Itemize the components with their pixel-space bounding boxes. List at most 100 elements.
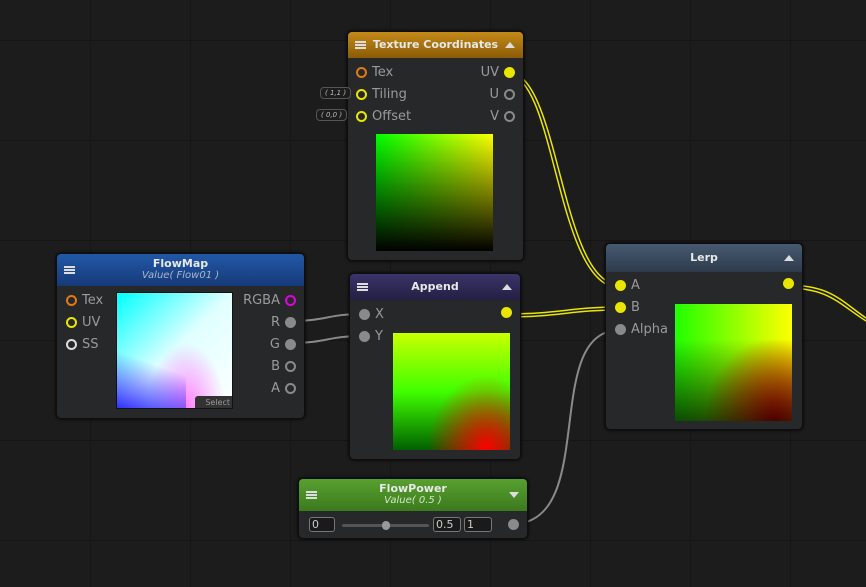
value-field[interactable]: 0.5 [433, 517, 461, 532]
port-label: Tiling [372, 87, 407, 102]
input-x[interactable]: X [359, 307, 384, 322]
input-ss[interactable]: SS [66, 337, 99, 352]
port-label: Tex [372, 65, 394, 80]
port-label: UV [82, 315, 101, 330]
port-label: SS [82, 337, 99, 352]
output-rgba[interactable]: RGBA [243, 293, 296, 308]
max-field[interactable]: 1 [464, 517, 492, 532]
port-icon[interactable] [66, 317, 77, 328]
node-title: Texture Coordinates [372, 38, 499, 51]
port-label: Y [375, 329, 383, 344]
input-tiling[interactable]: Tiling [356, 87, 407, 102]
input-tex[interactable]: Tex [66, 293, 103, 308]
port-icon[interactable] [66, 295, 77, 306]
port-icon[interactable] [285, 383, 296, 394]
port-icon[interactable] [508, 519, 519, 530]
port-label: V [490, 109, 499, 124]
value-slider[interactable] [342, 521, 429, 530]
port-label: A [271, 381, 280, 396]
port-icon[interactable] [285, 361, 296, 372]
menu-icon[interactable] [355, 41, 366, 49]
output-a[interactable]: A [271, 381, 296, 396]
node-title: FlowMap [152, 257, 209, 270]
flowpower-header[interactable]: FlowPower Value( 0.5 ) [299, 479, 527, 511]
port-label: A [631, 278, 640, 293]
port-label: X [375, 307, 384, 322]
offset-value[interactable]: ( 0,0 ) [316, 109, 348, 121]
output-v[interactable]: V [490, 109, 515, 124]
port-label: UV [480, 65, 499, 80]
output-port[interactable] [501, 307, 512, 318]
input-tex[interactable]: Tex [356, 65, 393, 80]
port-icon[interactable] [504, 67, 515, 78]
port-icon[interactable] [501, 307, 512, 318]
port-label: G [269, 337, 280, 352]
collapse-icon[interactable] [505, 42, 515, 48]
output-uv[interactable]: UV [481, 65, 515, 80]
port-icon[interactable] [356, 67, 367, 78]
texture-coordinates-header[interactable]: Texture Coordinates [348, 32, 523, 58]
port-icon[interactable] [783, 278, 794, 289]
input-uv[interactable]: UV [66, 315, 100, 330]
port-icon[interactable] [615, 280, 626, 291]
menu-icon[interactable] [64, 266, 75, 274]
port-label: B [631, 300, 640, 315]
output-u[interactable]: U [489, 87, 515, 102]
port-icon[interactable] [504, 111, 515, 122]
node-subtitle: Value( 0.5 ) [384, 495, 442, 506]
flowmap-node[interactable]: FlowMap Value( Flow01 ) Tex UV SS RGBA R… [56, 253, 305, 419]
node-title: Lerp [690, 251, 718, 264]
input-alpha[interactable]: Alpha [615, 322, 668, 337]
port-icon[interactable] [359, 309, 370, 320]
menu-icon[interactable] [357, 283, 368, 291]
output-r[interactable]: R [271, 315, 296, 330]
port-icon[interactable] [66, 339, 77, 350]
lerp-preview [675, 304, 792, 421]
port-icon[interactable] [615, 302, 626, 313]
port-label: Offset [372, 109, 412, 124]
port-label: U [489, 87, 499, 102]
input-y[interactable]: Y [359, 329, 383, 344]
lerp-node[interactable]: Lerp A B Alpha [605, 243, 803, 430]
output-b[interactable]: B [271, 359, 296, 374]
port-label: Tex [82, 293, 104, 308]
menu-icon[interactable] [306, 491, 317, 499]
port-icon[interactable] [615, 324, 626, 335]
texture-coordinates-node[interactable]: Texture Coordinates Tex Tiling Offset UV… [347, 31, 524, 261]
port-label: RGBA [243, 293, 280, 308]
input-b[interactable]: B [615, 300, 640, 315]
min-field[interactable]: 0 [309, 517, 335, 532]
expand-icon[interactable] [509, 492, 519, 498]
lerp-header[interactable]: Lerp [606, 244, 802, 272]
node-subtitle: Value( Flow01 ) [141, 270, 220, 281]
append-header[interactable]: Append [350, 274, 520, 300]
append-node[interactable]: Append X Y [349, 273, 521, 460]
select-button[interactable]: Select [195, 396, 232, 408]
flowmap-texture-preview[interactable]: Select [116, 292, 233, 409]
port-label: R [270, 315, 280, 330]
port-icon[interactable] [359, 331, 370, 342]
wire-uv-to-lerp-a [507, 71, 621, 286]
port-icon[interactable] [285, 317, 296, 328]
port-icon[interactable] [504, 89, 515, 100]
collapse-icon[interactable] [502, 284, 512, 290]
output-port[interactable] [783, 278, 794, 289]
port-icon[interactable] [356, 111, 367, 122]
input-a[interactable]: A [615, 278, 640, 293]
output-g[interactable]: G [270, 337, 296, 352]
flowpower-node[interactable]: FlowPower Value( 0.5 ) 0 0.5 1 [298, 478, 528, 539]
port-icon[interactable] [285, 339, 296, 350]
collapse-icon[interactable] [784, 255, 794, 261]
port-label: Alpha [631, 322, 668, 337]
output-port[interactable] [508, 519, 519, 530]
slider-knob[interactable] [381, 521, 390, 530]
flowmap-header[interactable]: FlowMap Value( Flow01 ) [57, 254, 304, 286]
node-title: Append [411, 280, 459, 293]
port-icon[interactable] [285, 295, 296, 306]
append-preview [393, 333, 510, 450]
tiling-value[interactable]: ( 1,1 ) [320, 87, 352, 99]
port-label: B [271, 359, 280, 374]
port-icon[interactable] [356, 89, 367, 100]
input-offset[interactable]: Offset [356, 109, 411, 124]
node-title: FlowPower [379, 482, 447, 495]
